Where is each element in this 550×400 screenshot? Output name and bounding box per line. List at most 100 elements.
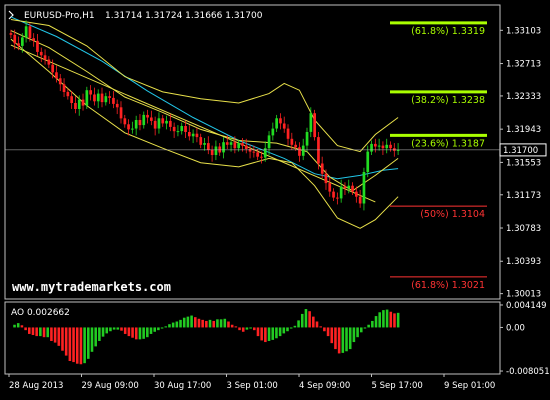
candle-body: [9, 33, 13, 35]
candle-body: [271, 128, 275, 136]
candle-body: [374, 143, 377, 147]
candle-body: [93, 94, 96, 102]
candle-body: [362, 172, 366, 204]
candle-body: [366, 151, 370, 173]
candle-body: [301, 145, 305, 156]
candle-body: [377, 145, 381, 147]
candle-body: [313, 113, 316, 138]
candle-body: [188, 132, 191, 137]
time-tick-label: 30 Aug 17:00: [154, 381, 211, 391]
candle-body: [81, 99, 85, 106]
candle-body: [358, 196, 362, 204]
candle-body: [108, 96, 111, 98]
candle-body: [305, 132, 309, 146]
candle-body: [51, 64, 54, 73]
candle-body: [370, 143, 373, 152]
candle-body: [275, 118, 278, 129]
candle-body: [336, 197, 339, 199]
candle-body: [165, 120, 168, 124]
ohlc-values: 1.31714 1.31724 1.31666 1.31700: [105, 11, 263, 21]
candle-body: [203, 143, 206, 145]
time-tick-label: 28 Aug 2013: [9, 381, 63, 391]
candle-body: [294, 144, 297, 148]
candle-body: [385, 144, 389, 149]
ao-tick-label: -0.008051: [506, 367, 550, 377]
candle-body: [195, 133, 199, 138]
candle-body: [244, 145, 248, 149]
candle-body: [381, 145, 385, 149]
candle-body: [43, 55, 47, 60]
candle-body: [28, 26, 32, 39]
time-tick-label: 3 Sep 01:00: [227, 381, 278, 391]
price-tick-label: 1.31553: [506, 158, 541, 168]
candle-body: [119, 107, 123, 119]
candle-body: [298, 147, 301, 156]
candle-body: [176, 131, 180, 133]
candle-body: [252, 151, 256, 153]
candle-body: [115, 103, 119, 108]
candle-body: [191, 133, 195, 137]
candle-body: [225, 142, 229, 145]
candle-body: [279, 118, 282, 124]
price-axis: 1.33103 1.32713 1.32333 1.31943 1.31553 1.311…: [500, 26, 541, 300]
candle-body: [55, 72, 58, 79]
candle-body: [85, 90, 89, 106]
candle-body: [142, 114, 146, 126]
candle-body: [393, 148, 396, 151]
watermark: www.mytrademarkets.com: [12, 280, 171, 294]
candle-body: [77, 99, 81, 109]
current-price-label: 1.31700: [499, 143, 547, 157]
price-tick-label: 1.30013: [506, 290, 541, 300]
candle-body: [317, 137, 320, 164]
candle-body: [286, 128, 290, 139]
candle-body: [248, 149, 252, 152]
candle-body: [332, 191, 335, 198]
candle-body: [233, 142, 237, 149]
candle-body: [96, 93, 100, 102]
candle-body: [172, 126, 176, 132]
candle-body: [161, 118, 165, 124]
time-axis: 28 Aug 2013 29 Aug 09:00 30 Aug 17:00 3 Sep…: [8, 374, 495, 391]
candle-body: [131, 128, 134, 130]
price-tick-label: 1.32713: [506, 60, 541, 70]
candle-body: [36, 40, 39, 52]
fib-level-label: (38.2%) 1.3238: [411, 95, 485, 106]
candle-body: [104, 96, 108, 103]
candle-body: [241, 143, 244, 146]
time-tick-label: 29 Aug 09:00: [82, 381, 139, 391]
price-tick-label: 1.33103: [506, 26, 541, 36]
candle-body: [112, 97, 115, 104]
candle-body: [309, 113, 313, 132]
price-tick-label: 1.30783: [506, 224, 541, 234]
candle-body: [70, 96, 73, 103]
time-tick-label: 4 Sep 09:00: [299, 381, 350, 391]
candle-body: [127, 124, 130, 130]
candle-body: [260, 156, 263, 158]
candle-body: [324, 173, 328, 184]
candle-body: [218, 146, 222, 153]
candle-body: [328, 183, 332, 192]
candle-body: [150, 117, 153, 121]
candle-body: [180, 126, 184, 132]
price-tick-label: 1.31173: [506, 191, 541, 201]
oscillator-pane-frame: [4, 301, 501, 375]
candle-body: [32, 38, 35, 41]
candle-body: [123, 118, 127, 125]
candle-body: [214, 146, 218, 155]
ao-axis: 0.004149 0.00 -0.008051: [500, 301, 550, 377]
price-tick-label: 1.32333: [506, 92, 541, 102]
time-tick-label: 9 Sep 01:00: [444, 381, 495, 391]
candle-body: [39, 51, 43, 56]
time-tick-label: 5 Sep 17:00: [372, 381, 423, 391]
candle-body: [320, 163, 324, 174]
candle-body: [207, 143, 210, 150]
candle-body: [17, 43, 20, 46]
fib-level-label: (50%) 1.3104: [420, 209, 485, 220]
candle-body: [222, 142, 225, 153]
ao-title: AO 0.002662: [11, 308, 70, 318]
candle-body: [66, 91, 70, 97]
candle-body: [351, 185, 354, 192]
candle-body: [62, 84, 66, 92]
candle-body: [146, 114, 149, 118]
candle-body: [157, 118, 161, 129]
